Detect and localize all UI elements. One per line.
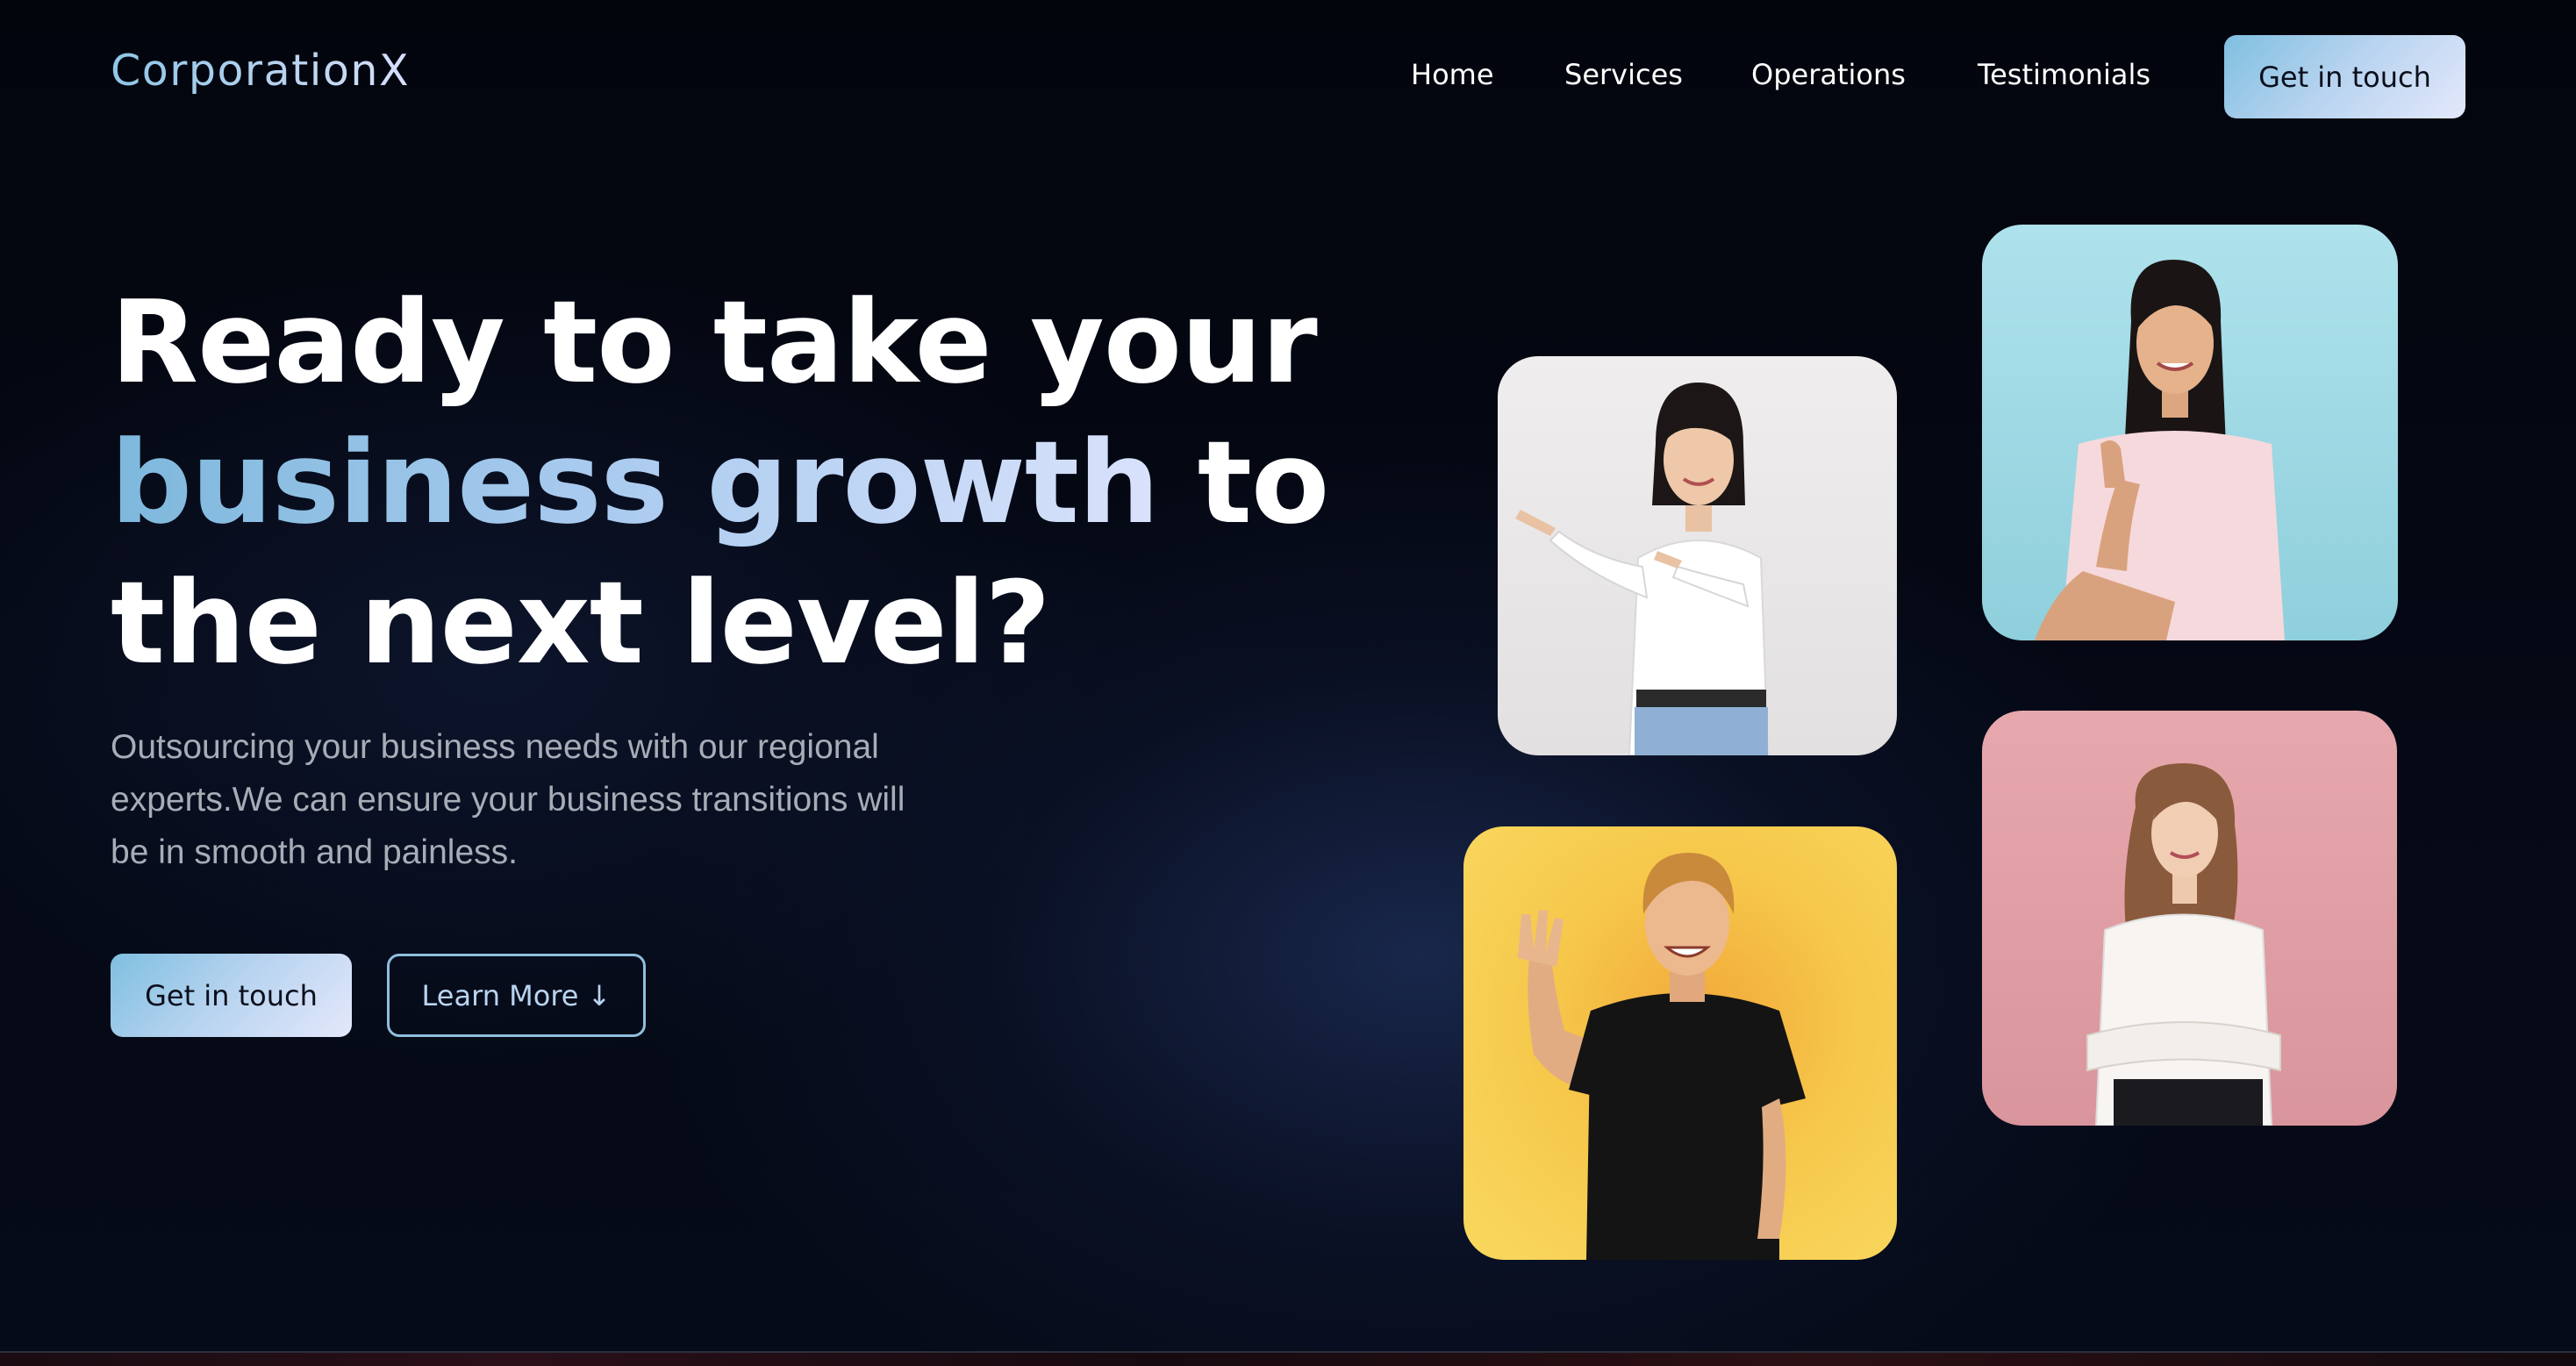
woman-arms-crossed-photo [1982, 711, 2397, 1126]
man-waving-photo [1463, 826, 1897, 1260]
nav-link-services[interactable]: Services [1564, 58, 1683, 91]
learn-more-button[interactable]: Learn More ↓ [387, 954, 646, 1037]
nav-link-operations[interactable]: Operations [1751, 58, 1906, 91]
nav-link-testimonials[interactable]: Testimonials [1978, 58, 2150, 91]
headline-line-3: the next level? [111, 556, 1051, 690]
woman-pointing-photo [1498, 356, 1897, 755]
woman-thumbs-up-photo [1982, 225, 2398, 640]
headline-line-2-rest: to [1158, 416, 1329, 549]
headline-line-1: Ready to take your [111, 275, 1318, 409]
hero-get-in-touch-button[interactable]: Get in touch [111, 954, 352, 1037]
nav-link-home[interactable]: Home [1411, 58, 1494, 91]
hero-headline: Ready to take your business growth to th… [111, 272, 1329, 693]
hero-subtext: Outsourcing your business needs with our… [111, 728, 905, 871]
brand-logo[interactable]: CorporationX [111, 46, 410, 96]
headline-highlight: business growth [111, 416, 1160, 549]
next-section-edge [0, 1351, 2576, 1366]
headline-line-2: business growth to [111, 412, 1329, 553]
nav-get-in-touch-button[interactable]: Get in touch [2224, 35, 2465, 118]
